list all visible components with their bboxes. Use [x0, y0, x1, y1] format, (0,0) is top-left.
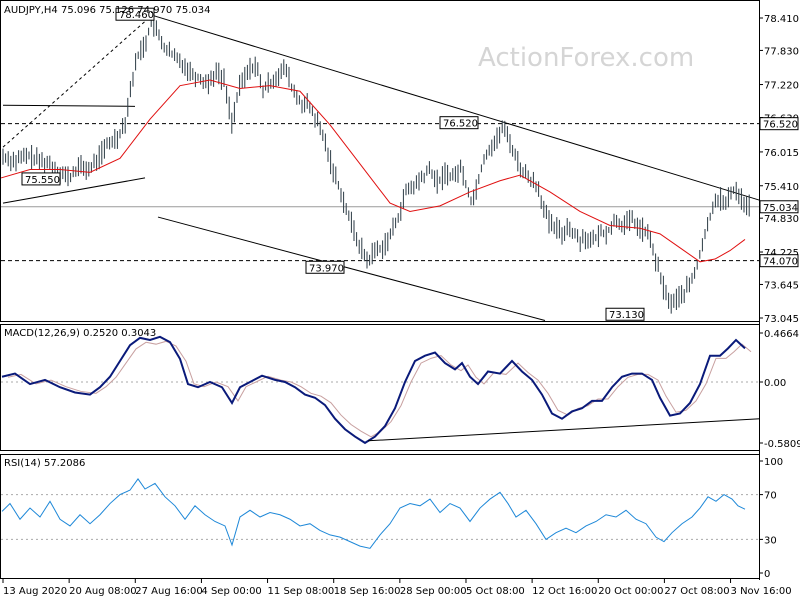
rsi-tick-label: 30 — [764, 535, 777, 546]
x-tick-label: 13 Aug 2020 — [3, 586, 67, 597]
price-tick-label: 76.015 — [764, 148, 799, 159]
rsi-tick-label: 0 — [764, 569, 770, 580]
level-tag-label: 76.520 — [763, 120, 798, 131]
watermark: ActionForex.com — [478, 43, 694, 73]
price-tick-label: 75.410 — [764, 182, 799, 193]
price-tick-label: 74.830 — [764, 214, 799, 225]
x-tick-label: 12 Oct 16:00 — [532, 586, 597, 597]
x-tick-label: 27 Aug 16:00 — [135, 586, 202, 597]
chart-svg: ActionForex.com 78.46075.55073.97076.520… — [0, 0, 800, 597]
rsi-tick-label: 100 — [764, 457, 783, 468]
price-tick-label: 73.645 — [764, 280, 799, 291]
x-tick-label: 28 Sep 00:00 — [400, 586, 467, 597]
price-annotation-label: 73.130 — [609, 310, 644, 321]
x-tick-label: 5 Oct 08:00 — [466, 586, 525, 597]
price-annotation-label: 75.550 — [25, 175, 60, 186]
macd-tick-label: 0.4664 — [764, 329, 799, 340]
x-tick-label: 27 Oct 08:00 — [664, 586, 729, 597]
macd-tick-label: -0.5809 — [764, 439, 800, 450]
level-tag-label: 74.070 — [763, 257, 798, 268]
macd-title: MACD(12,26,9) 0.2520 0.3043 — [4, 328, 156, 339]
rsi-title: RSI(14) 57.2086 — [4, 458, 85, 469]
current-price-tag-label: 75.034 — [763, 203, 798, 214]
x-tick-label: 11 Sep 08:00 — [268, 586, 335, 597]
x-tick-label: 20 Oct 00:00 — [598, 586, 663, 597]
x-tick-label: 3 Nov 16:00 — [731, 586, 792, 597]
price-annotation-label: 76.520 — [443, 119, 478, 130]
x-tick-label: 20 Aug 08:00 — [69, 586, 136, 597]
rsi-tick-label: 70 — [764, 491, 777, 502]
x-tick-label: 18 Sep 16:00 — [334, 586, 401, 597]
price-tick-label: 77.220 — [764, 81, 799, 92]
price-tick-label: 73.045 — [764, 314, 799, 325]
x-tick-label: 4 Sep 00:00 — [201, 586, 261, 597]
price-tick-label: 77.830 — [764, 46, 799, 57]
price-annotation-label: 73.970 — [309, 263, 344, 274]
price-tick-label: 78.410 — [764, 14, 799, 25]
macd-tick-label: 0.00 — [764, 378, 786, 389]
symbol-header: AUDJPY,H4 75.096 75.126 74.970 75.034 — [4, 5, 210, 16]
rsi-panel — [0, 454, 760, 579]
